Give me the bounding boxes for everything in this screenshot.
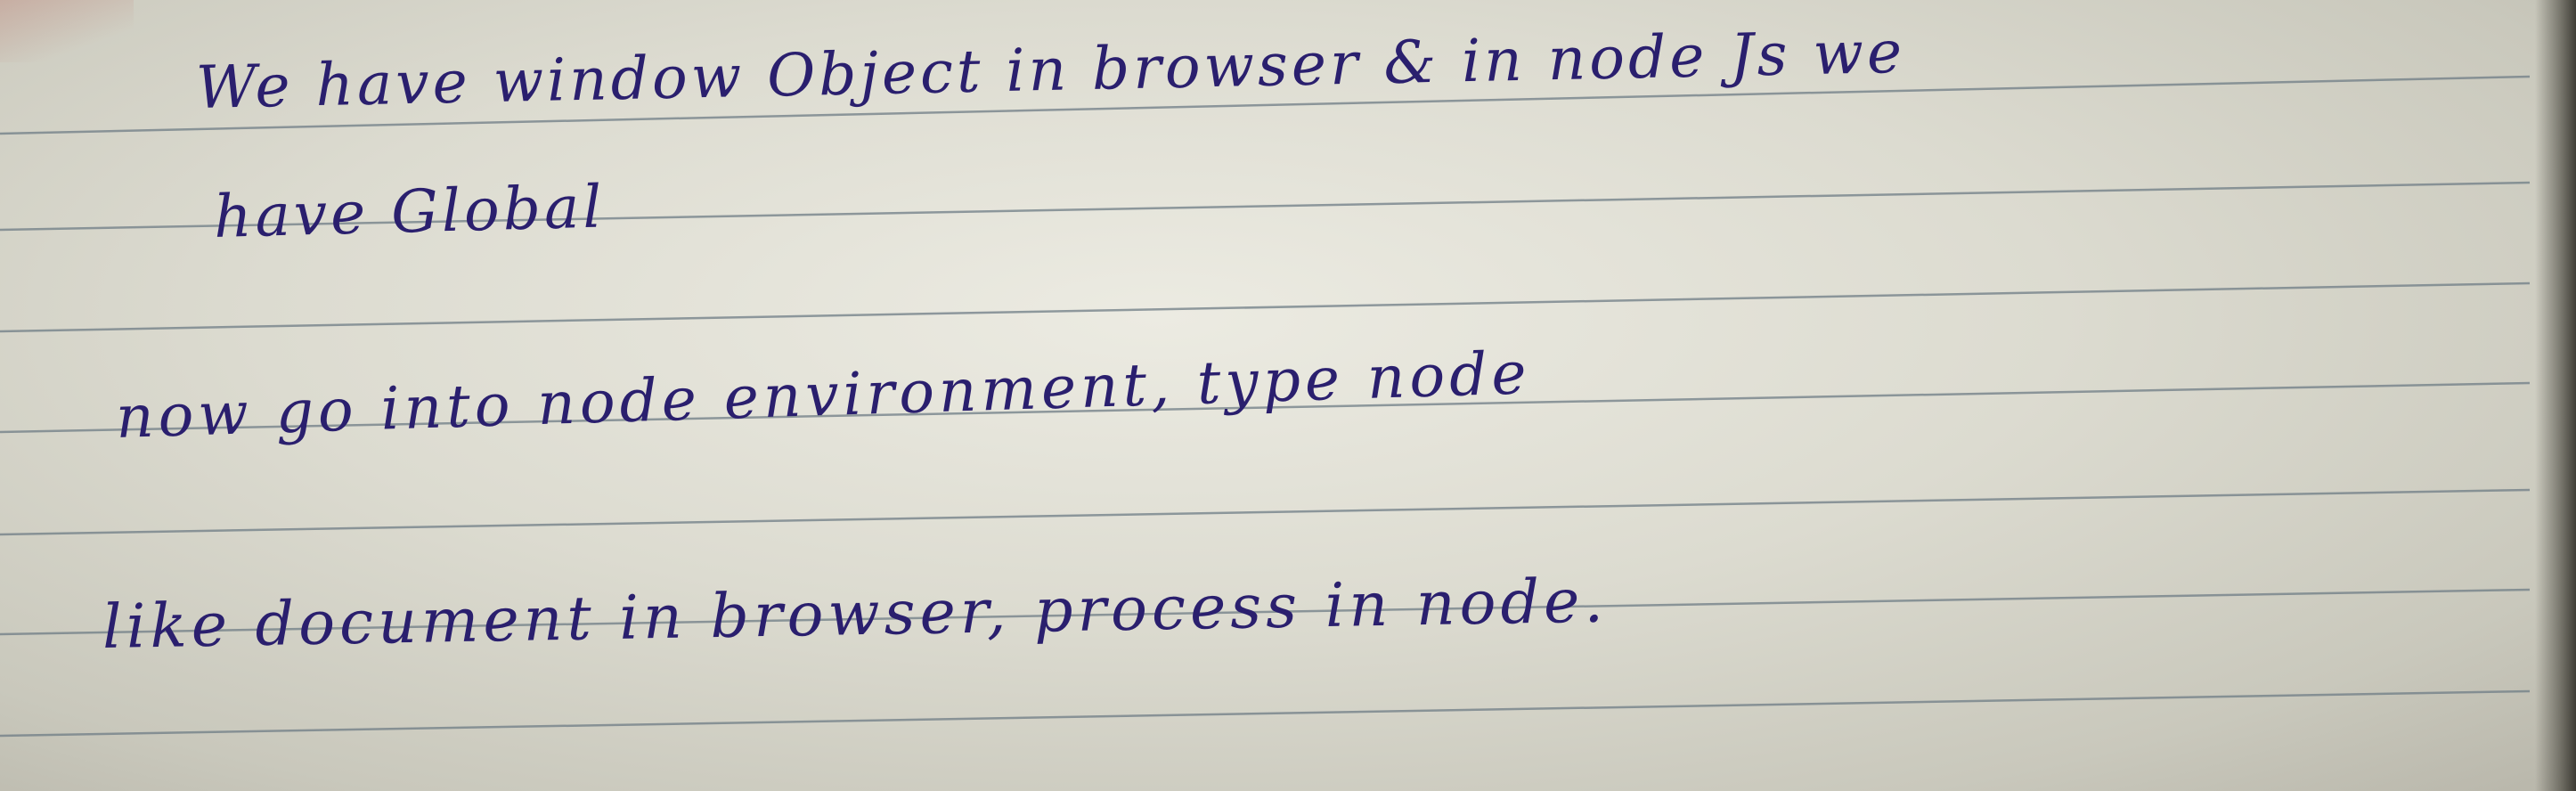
notebook-page: We have window Object in browser & in no… [0, 0, 2576, 791]
rule-line [0, 488, 2531, 536]
note-line-2: have Global [212, 172, 607, 251]
rule-line [0, 281, 2531, 333]
rule-line [0, 689, 2531, 738]
page-edge-shadow [2535, 0, 2576, 791]
